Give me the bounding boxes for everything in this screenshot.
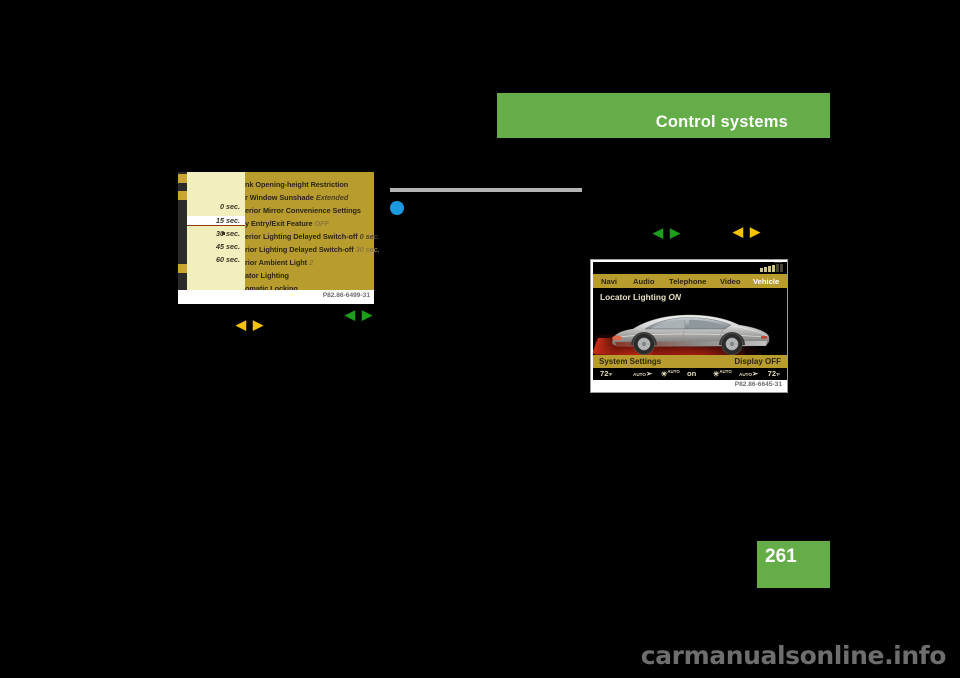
- option-row[interactable]: ator Lighting: [245, 271, 289, 280]
- menu-item-telephone[interactable]: Telephone: [669, 277, 706, 286]
- chapter-banner: Control systems: [497, 93, 830, 138]
- sublist-item-1-selected[interactable]: 15 sec.: [187, 215, 245, 226]
- screen-title-label: Locator Lighting: [600, 292, 667, 302]
- marker-pair-gold-left: ◀ ▶: [236, 318, 263, 331]
- page-number: 261: [765, 546, 797, 567]
- climate-temp-left: 72′F: [600, 369, 613, 378]
- option-label: rior Lighting Delayed Switch-off: [245, 245, 354, 254]
- softkey-system-settings[interactable]: System Settings: [599, 357, 661, 366]
- option-label: nk Opening-height Restriction: [245, 180, 349, 189]
- marker-pair-gold-right: ◀ ▶: [733, 225, 760, 238]
- marker-pair-green-left: ◀ ▶: [345, 308, 372, 321]
- option-label: ator Lighting: [245, 271, 289, 280]
- option-row[interactable]: rior Lighting Delayed Switch-off 30 sec.: [245, 245, 380, 254]
- left-arrow-icon: ◀: [733, 224, 743, 239]
- figure-caption-strip: P82.86-6645-31: [591, 380, 787, 392]
- menu-item-video[interactable]: Video: [720, 277, 741, 286]
- climate-fan-left-icon: ✳AUTO: [661, 369, 680, 379]
- rail-tab: [178, 174, 187, 183]
- manual-page: Control systems 261 0 sec. 15 sec. 30 se…: [0, 0, 960, 678]
- auto-label: AUTO: [739, 372, 752, 377]
- auto-label: AUTO: [667, 369, 680, 374]
- right-arrow-icon: ▶: [362, 307, 372, 322]
- screen-title: Locator Lighting ON: [600, 292, 681, 302]
- menu-item-vehicle[interactable]: Vehicle: [753, 277, 779, 286]
- settings-option-list[interactable]: nk Opening-height Restriction r Window S…: [245, 172, 380, 296]
- climate-auto-right-icon: AUTO➢: [739, 369, 759, 378]
- comand-menu-bar[interactable]: Navi Audio Telephone Video Vehicle: [593, 274, 787, 288]
- option-label: r Window Sunshade: [245, 193, 314, 202]
- comand-screen: 9010 Navi Audio Telephone Video Vehicle …: [593, 262, 787, 380]
- sublist-item-label: 0 sec.: [220, 202, 240, 211]
- option-row[interactable]: y Entry/Exit Feature OFF: [245, 219, 329, 228]
- climate-auto-left-icon: AUTO➢: [633, 369, 653, 378]
- auto-label: AUTO: [633, 372, 646, 377]
- climate-center-state: on: [687, 369, 697, 378]
- sublist-item-label: 45 sec.: [216, 242, 240, 251]
- marker-pair-green-right: ◀ ▶: [653, 226, 680, 239]
- softkey-display-off[interactable]: Display OFF: [734, 357, 781, 366]
- menu-left-rail: [178, 172, 187, 296]
- option-label: rior Ambient Light: [245, 258, 308, 267]
- rail-tab: [178, 264, 187, 273]
- left-arrow-icon: ◀: [653, 225, 663, 240]
- option-row[interactable]: erior Lighting Delayed Switch-off 0 sec.: [245, 232, 380, 241]
- sublist-item-label: 15 sec.: [216, 216, 240, 225]
- menu-item-audio[interactable]: Audio: [633, 277, 655, 286]
- rail-tab: [178, 191, 187, 200]
- figure-caption: P82.86-6645-31: [734, 381, 782, 388]
- selection-bullet-icon: [222, 232, 225, 235]
- climate-fan-right-icon: ✳AUTO: [713, 369, 732, 379]
- step-bullet-icon: [390, 201, 404, 215]
- option-label: erior Lighting Delayed Switch-off: [245, 232, 358, 241]
- site-watermark: carmanualsonline.info: [640, 641, 947, 670]
- menu-item-navi[interactable]: Navi: [601, 277, 617, 286]
- vehicle-illustration: [593, 304, 787, 356]
- option-value: 2: [309, 258, 314, 267]
- left-arrow-icon: ◀: [236, 317, 246, 332]
- coupe-side-view-icon: [612, 314, 770, 355]
- climate-status-bar: 72′F AUTO➢ ✳AUTO on ✳AUTO AUTO➢ 72′F: [593, 368, 787, 380]
- right-arrow-icon: ▶: [670, 225, 680, 240]
- option-row[interactable]: erior Mirror Convenience Settings: [245, 206, 361, 215]
- sublist-item-2[interactable]: 30 sec.: [216, 229, 240, 238]
- sublist-item-3[interactable]: 45 sec.: [216, 242, 240, 251]
- option-value: Extended: [315, 193, 349, 202]
- option-label: y Entry/Exit Feature: [245, 219, 313, 228]
- duration-sublist[interactable]: 0 sec. 15 sec. 30 sec. 45 sec. 60 sec.: [187, 172, 245, 296]
- option-value: 0 sec.: [359, 232, 380, 241]
- signal-label: 9010: [774, 262, 782, 264]
- figure-comand-display: 9010 Navi Audio Telephone Video Vehicle …: [590, 259, 788, 393]
- climate-temp-right: 72′F: [767, 369, 780, 378]
- sublist-item-label: 60 sec.: [216, 255, 240, 264]
- sublist-item-0[interactable]: 0 sec.: [220, 202, 240, 211]
- option-row[interactable]: nk Opening-height Restriction: [245, 180, 348, 189]
- comand-status-bar: 9010: [593, 262, 787, 274]
- section-divider: [390, 188, 582, 192]
- right-arrow-icon: ▶: [253, 317, 263, 332]
- sublist-item-4[interactable]: 60 sec.: [216, 255, 240, 264]
- signal-strength-icon: 9010: [760, 262, 783, 272]
- climate-temp-right-value: 72: [767, 369, 777, 378]
- right-arrow-icon: ▶: [750, 224, 760, 239]
- option-value: 30 sec.: [355, 245, 380, 254]
- figure-settings-menu: 0 sec. 15 sec. 30 sec. 45 sec. 60 sec. n…: [178, 172, 380, 304]
- figure-caption-strip: P82.86-6499-31: [178, 290, 374, 304]
- option-row[interactable]: r Window Sunshade Extended: [245, 193, 348, 202]
- option-value: OFF: [314, 219, 330, 228]
- comand-softkey-bar[interactable]: System Settings Display OFF: [593, 355, 787, 368]
- option-label: erior Mirror Convenience Settings: [245, 206, 361, 215]
- chapter-title: Control systems: [655, 113, 788, 131]
- figure-caption: P82.86-6499-31: [322, 292, 370, 299]
- left-arrow-icon: ◀: [345, 307, 355, 322]
- option-row[interactable]: rior Ambient Light 2: [245, 258, 313, 267]
- screen-title-state: ON: [668, 292, 681, 302]
- auto-label: AUTO: [719, 369, 732, 374]
- page-number-tab: 261: [757, 541, 830, 588]
- sublist-item-label: 30 sec.: [216, 229, 240, 238]
